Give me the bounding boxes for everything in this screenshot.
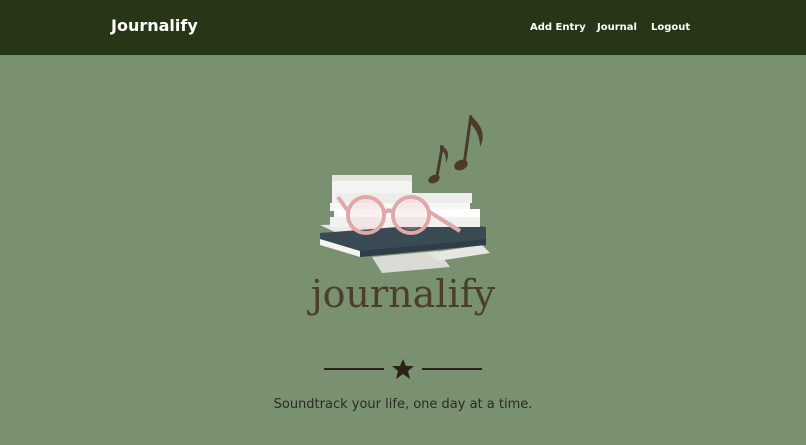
books-glasses-music-notes-illustration: [320, 115, 490, 273]
nav-add-entry[interactable]: Add Entry: [530, 22, 586, 33]
brand-link[interactable]: Journalify: [111, 16, 198, 35]
top-navbar: Journalify Add Entry Journal Logout: [0, 0, 806, 55]
nav-logout[interactable]: Logout: [651, 22, 690, 33]
star-icon: [392, 359, 414, 379]
logo-wordmark: journalify: [310, 272, 496, 316]
nav-journal[interactable]: Journal: [597, 22, 637, 33]
tagline: Soundtrack your life, one day at a time.: [273, 397, 533, 412]
divider-ornament: [324, 359, 482, 379]
